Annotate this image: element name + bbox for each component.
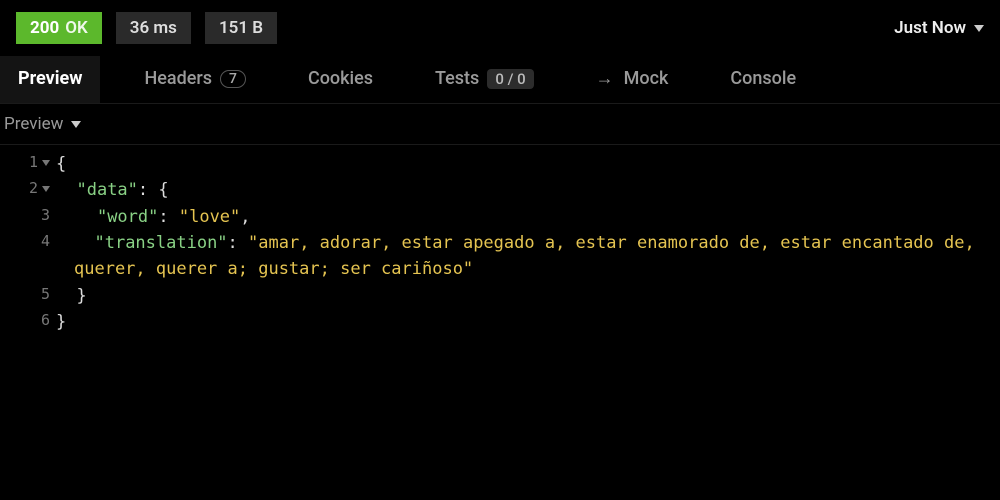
caret-down-icon [71,121,81,128]
status-badge: 200 OK [16,12,102,44]
preview-mode-dropdown[interactable]: Preview [0,104,1000,144]
line-gutter: 1 [0,151,56,177]
code-line: 3 "word": "love", [0,204,1000,230]
code-src: { [56,151,1000,177]
response-time-chip: 36 ms [116,12,191,44]
code-line: 4 "translation": "amar, adorar, estar ap… [0,230,1000,283]
line-number: 6 [0,309,56,335]
tab-headers-label: Headers [144,68,212,89]
response-tabs: Preview Headers 7 Cookies Tests 0 / 0 → … [0,56,1000,104]
status-text: OK [65,18,88,38]
fold-icon[interactable] [42,186,50,192]
tab-cookies-label: Cookies [308,68,373,89]
headers-count-badge: 7 [220,70,246,88]
caret-down-icon [974,25,984,32]
code-src: "translation": "amar, adorar, estar apeg… [56,230,1000,283]
line-number: 5 [0,283,56,309]
code-src: "data": { [56,177,1000,203]
line-number: 4 [0,230,56,283]
tab-headers[interactable]: Headers 7 [126,56,264,103]
code-line: 6 } [0,309,1000,335]
response-size-chip: 151 B [205,12,277,44]
fold-icon[interactable] [42,160,50,166]
code-line: 2 "data": { [0,177,1000,203]
response-meta-bar: 200 OK 36 ms 151 B Just Now [0,0,1000,56]
code-line: 1 { [0,151,1000,177]
tab-mock-label: Mock [624,68,669,89]
tab-cookies[interactable]: Cookies [290,56,391,103]
tab-console-label: Console [730,68,796,89]
line-gutter: 2 [0,177,56,203]
response-body: 1 { 2 "data": { 3 "word": "love", 4 "tra… [0,145,1000,335]
code-src: } [56,309,1000,335]
tab-mock[interactable]: → Mock [578,56,687,103]
code-src: } [56,283,1000,309]
status-code: 200 [30,18,59,38]
tab-tests[interactable]: Tests 0 / 0 [417,56,552,103]
timestamp-dropdown[interactable]: Just Now [894,18,984,38]
tab-console[interactable]: Console [712,56,814,103]
code-src: "word": "love", [56,204,1000,230]
timestamp-label: Just Now [894,18,966,38]
line-number: 3 [0,204,56,230]
tab-preview-label: Preview [18,68,82,89]
arrow-right-icon: → [596,68,614,89]
tab-preview[interactable]: Preview [0,56,100,103]
code-line: 5 } [0,283,1000,309]
tab-tests-label: Tests [435,68,479,89]
preview-mode-label: Preview [4,114,63,134]
tests-ratio-badge: 0 / 0 [487,69,533,89]
